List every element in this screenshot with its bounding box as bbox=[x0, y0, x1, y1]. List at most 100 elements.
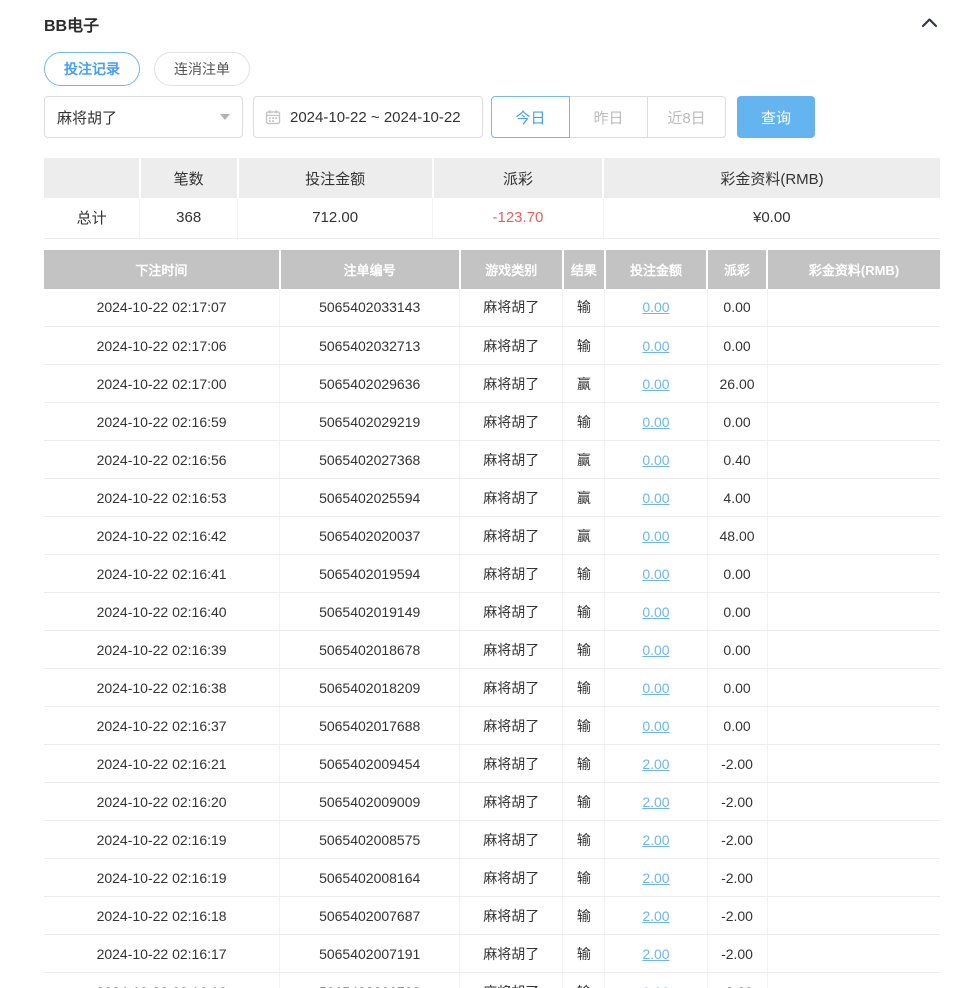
table-row: 2024-10-22 02:16:17 5065402007191 麻将胡了 输… bbox=[44, 935, 940, 973]
cell-bet-amount: 0.00 bbox=[605, 517, 707, 555]
cell-order-number: 5065402007687 bbox=[280, 897, 460, 935]
cell-bet-amount: 2.00 bbox=[605, 935, 707, 973]
table-row: 2024-10-22 02:16:39 5065402018678 麻将胡了 输… bbox=[44, 631, 940, 669]
summary-header-row: 笔数 投注金额 派彩 彩金资料(RMB) bbox=[44, 158, 940, 198]
bet-amount-link[interactable]: 0.00 bbox=[642, 452, 669, 468]
cell-game-category: 麻将胡了 bbox=[460, 859, 563, 897]
bet-amount-link[interactable]: 2.00 bbox=[642, 984, 669, 988]
cell-bet-amount: 0.00 bbox=[605, 289, 707, 327]
bet-amount-link[interactable]: 0.00 bbox=[642, 680, 669, 696]
caret-down-icon bbox=[220, 114, 230, 120]
bet-amount-link[interactable]: 2.00 bbox=[642, 794, 669, 810]
col-header-game-category: 游戏类别 bbox=[460, 250, 563, 289]
bet-amount-link[interactable]: 0.00 bbox=[642, 604, 669, 620]
bet-amount-link[interactable]: 0.00 bbox=[642, 566, 669, 582]
table-row: 2024-10-22 02:16:21 5065402009454 麻将胡了 输… bbox=[44, 745, 940, 783]
cell-bonus bbox=[767, 441, 940, 479]
bet-amount-link[interactable]: 0.00 bbox=[642, 414, 669, 430]
cell-order-number: 5065402017688 bbox=[280, 707, 460, 745]
cell-bet-time: 2024-10-22 02:16:16 bbox=[44, 973, 280, 988]
bet-amount-link[interactable]: 0.00 bbox=[642, 299, 669, 315]
quick-yesterday-button[interactable]: 昨日 bbox=[569, 96, 648, 138]
cell-game-category: 麻将胡了 bbox=[460, 441, 563, 479]
cell-bet-amount: 0.00 bbox=[605, 479, 707, 517]
summary-total-bonus: ¥0.00 bbox=[603, 198, 940, 238]
tab-cancelled-orders[interactable]: 连消注单 bbox=[154, 52, 250, 86]
summary-header-bonus: 彩金资料(RMB) bbox=[603, 158, 940, 198]
cell-bet-amount: 0.00 bbox=[605, 403, 707, 441]
cell-bonus bbox=[767, 821, 940, 859]
tab-bet-records[interactable]: 投注记录 bbox=[44, 52, 140, 86]
collapse-panel-button[interactable] bbox=[919, 14, 940, 35]
cell-bet-amount: 2.00 bbox=[605, 897, 707, 935]
cell-result: 输 bbox=[563, 327, 605, 365]
cell-game-category: 麻将胡了 bbox=[460, 555, 563, 593]
bet-amount-link[interactable]: 0.00 bbox=[642, 338, 669, 354]
table-row: 2024-10-22 02:16:41 5065402019594 麻将胡了 输… bbox=[44, 555, 940, 593]
date-range-input[interactable]: 2024-10-22 ~ 2024-10-22 bbox=[253, 96, 483, 138]
cell-bet-time: 2024-10-22 02:17:00 bbox=[44, 365, 280, 403]
cell-bet-amount: 2.00 bbox=[605, 745, 707, 783]
search-button[interactable]: 查询 bbox=[737, 96, 815, 138]
cell-payout: 48.00 bbox=[707, 517, 767, 555]
summary-total-label: 总计 bbox=[44, 198, 140, 238]
cell-bet-time: 2024-10-22 02:16:42 bbox=[44, 517, 280, 555]
bet-amount-link[interactable]: 0.00 bbox=[642, 718, 669, 734]
cell-game-category: 麻将胡了 bbox=[460, 897, 563, 935]
col-header-result: 结果 bbox=[563, 250, 605, 289]
table-row: 2024-10-22 02:16:59 5065402029219 麻将胡了 输… bbox=[44, 403, 940, 441]
cell-payout: 0.00 bbox=[707, 669, 767, 707]
cell-result: 输 bbox=[563, 707, 605, 745]
cell-bet-amount: 0.00 bbox=[605, 327, 707, 365]
cell-game-category: 麻将胡了 bbox=[460, 935, 563, 973]
summary-total-bet-amount: 712.00 bbox=[238, 198, 433, 238]
cell-game-category: 麻将胡了 bbox=[460, 707, 563, 745]
summary-header-payout: 派彩 bbox=[433, 158, 603, 198]
cell-bet-time: 2024-10-22 02:16:59 bbox=[44, 403, 280, 441]
cell-result: 输 bbox=[563, 973, 605, 988]
cell-bet-time: 2024-10-22 02:16:21 bbox=[44, 745, 280, 783]
bet-amount-link[interactable]: 2.00 bbox=[642, 870, 669, 886]
bet-amount-link[interactable]: 2.00 bbox=[642, 908, 669, 924]
bet-amount-link[interactable]: 0.00 bbox=[642, 490, 669, 506]
cell-order-number: 5065402006738 bbox=[280, 973, 460, 988]
bet-amount-link[interactable]: 2.00 bbox=[642, 756, 669, 772]
cell-result: 赢 bbox=[563, 441, 605, 479]
cell-bet-time: 2024-10-22 02:16:17 bbox=[44, 935, 280, 973]
cell-order-number: 5065402018678 bbox=[280, 631, 460, 669]
game-select[interactable]: 麻将胡了 bbox=[44, 96, 243, 138]
cell-payout: 0.00 bbox=[707, 327, 767, 365]
bet-table-header-row: 下注时间 注单编号 游戏类别 结果 投注金额 派彩 彩金资料(RMB) bbox=[44, 250, 940, 289]
cell-result: 输 bbox=[563, 289, 605, 327]
cell-payout: 0.40 bbox=[707, 441, 767, 479]
table-row: 2024-10-22 02:16:56 5065402027368 麻将胡了 赢… bbox=[44, 441, 940, 479]
cell-payout: 0.00 bbox=[707, 707, 767, 745]
cell-payout: -2.00 bbox=[707, 935, 767, 973]
quick-last8days-button[interactable]: 近8日 bbox=[647, 96, 726, 138]
bet-amount-link[interactable]: 2.00 bbox=[642, 832, 669, 848]
quick-today-button[interactable]: 今日 bbox=[491, 96, 570, 138]
table-row: 2024-10-22 02:16:20 5065402009009 麻将胡了 输… bbox=[44, 783, 940, 821]
page-title: BB电子 bbox=[44, 12, 99, 36]
cell-payout: -2.00 bbox=[707, 745, 767, 783]
cell-bet-amount: 0.00 bbox=[605, 669, 707, 707]
cell-result: 输 bbox=[563, 897, 605, 935]
cell-bonus bbox=[767, 365, 940, 403]
bet-amount-link[interactable]: 0.00 bbox=[642, 376, 669, 392]
cell-bet-time: 2024-10-22 02:17:06 bbox=[44, 327, 280, 365]
cell-payout: 0.00 bbox=[707, 555, 767, 593]
cell-result: 输 bbox=[563, 935, 605, 973]
cell-bet-time: 2024-10-22 02:16:20 bbox=[44, 783, 280, 821]
cell-order-number: 5065402019594 bbox=[280, 555, 460, 593]
bet-amount-link[interactable]: 2.00 bbox=[642, 946, 669, 962]
cell-game-category: 麻将胡了 bbox=[460, 973, 563, 988]
cell-game-category: 麻将胡了 bbox=[460, 517, 563, 555]
summary-table: 笔数 投注金额 派彩 彩金资料(RMB) 总计 368 712.00 -123.… bbox=[44, 158, 940, 239]
cell-bonus bbox=[767, 593, 940, 631]
bet-amount-link[interactable]: 0.00 bbox=[642, 642, 669, 658]
bet-amount-link[interactable]: 0.00 bbox=[642, 528, 669, 544]
cell-bet-amount: 0.00 bbox=[605, 365, 707, 403]
cell-bonus bbox=[767, 403, 940, 441]
cell-bonus bbox=[767, 479, 940, 517]
col-header-order-number: 注单编号 bbox=[280, 250, 460, 289]
